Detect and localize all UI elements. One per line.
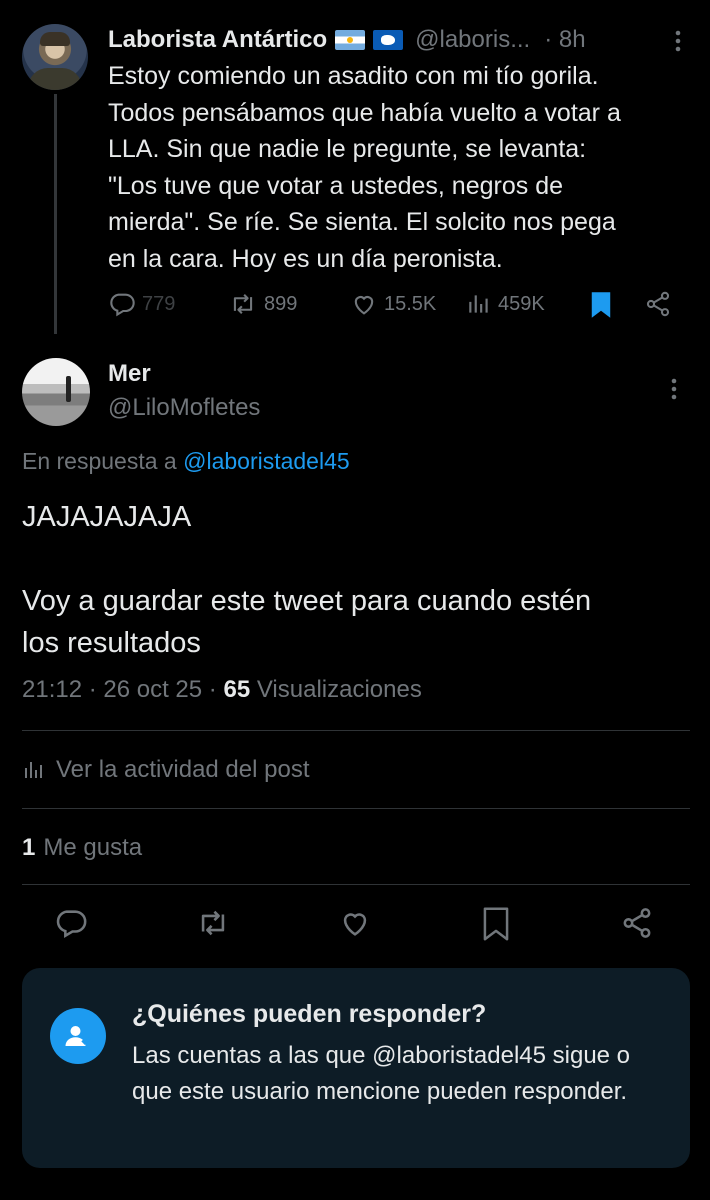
divider — [22, 730, 690, 731]
heart-icon — [350, 290, 378, 318]
display-name[interactable]: Laborista Antártico — [108, 26, 327, 54]
avatar-figure — [66, 376, 71, 402]
reply-tweet-text: JAJAJAJAJA Voy a guardar este tweet para… — [22, 501, 592, 659]
flag-argentina-icon — [335, 30, 366, 50]
who-can-reply-card: ¿Quiénes pueden responder? Las cuentas a… — [22, 968, 690, 1168]
reply-action[interactable]: 779 — [108, 286, 175, 322]
parent-tweet-text: Estoy comiendo un asadito con mi tío gor… — [108, 62, 621, 273]
like-count: 15.5K — [384, 292, 437, 315]
card-description: Las cuentas a las que @laboristadel45 si… — [132, 1042, 631, 1105]
reply-icon — [108, 290, 136, 318]
bookmark-filled-icon[interactable] — [588, 290, 614, 320]
reply-mention-link[interactable]: @laboristadel45 — [183, 448, 350, 474]
more-options-icon[interactable] — [668, 28, 688, 54]
post-activity-link[interactable]: Ver la actividad del post — [22, 752, 310, 788]
like-button[interactable] — [338, 906, 372, 940]
avatar-cap — [40, 32, 70, 46]
tweet-metadata: 21:12 · 26 oct 25 · 65 Visualizaciones — [22, 676, 422, 704]
reply-icon — [56, 910, 87, 939]
divider — [22, 884, 690, 885]
user-handle[interactable]: @laboris... — [415, 26, 530, 54]
card-title: ¿Quiénes pueden responder? — [132, 1000, 487, 1028]
view-count: 459K — [498, 292, 545, 315]
thread-connector — [54, 94, 57, 334]
views-action[interactable]: 459K — [466, 286, 545, 322]
activity-label: Ver la actividad del post — [56, 756, 310, 783]
tweet-timestamp[interactable]: 21:12 · 26 oct 25 · — [22, 676, 217, 703]
bookmark-button[interactable] — [480, 906, 512, 942]
flag-antarctica-icon — [373, 30, 404, 50]
analytics-icon — [22, 758, 46, 782]
reply-user-handle[interactable]: @LiloMofletes — [108, 394, 260, 422]
reply-context: En respuesta a @laboristadel45 — [22, 448, 350, 475]
likes-label: Me gusta — [43, 834, 143, 861]
avatar-coat — [28, 68, 82, 90]
parent-tweet-header: Laborista Antártico @laboris... · 8h — [108, 22, 688, 58]
reply-count: 779 — [142, 292, 176, 315]
heart-icon — [343, 913, 367, 936]
like-action[interactable]: 15.5K — [350, 286, 436, 322]
share-icon[interactable] — [644, 290, 672, 318]
repost-count: 899 — [264, 292, 298, 315]
reply-display-name[interactable]: Mer — [108, 360, 151, 388]
views-label: Visualizaciones — [256, 676, 422, 703]
tweet-time[interactable]: · 8h — [544, 26, 585, 54]
bookmark-icon — [483, 907, 509, 941]
share-icon — [623, 908, 651, 938]
reply-prefix: En respuesta a — [22, 448, 184, 474]
views-count: 65 — [223, 676, 251, 703]
user-check-icon — [50, 1008, 106, 1064]
likes-summary[interactable]: 1 Me gusta — [22, 830, 142, 866]
repost-icon — [201, 910, 225, 936]
repost-icon — [228, 290, 258, 318]
repost-button[interactable] — [194, 906, 232, 940]
share-button[interactable] — [620, 906, 654, 940]
avatar-laborista[interactable] — [22, 24, 88, 90]
avatar-mer[interactable] — [22, 358, 90, 426]
divider — [22, 808, 690, 809]
likes-count: 1 — [22, 834, 36, 861]
analytics-icon — [466, 291, 492, 317]
repost-action[interactable]: 899 — [228, 286, 297, 322]
reply-button[interactable] — [54, 906, 88, 940]
more-options-icon[interactable] — [664, 376, 684, 402]
